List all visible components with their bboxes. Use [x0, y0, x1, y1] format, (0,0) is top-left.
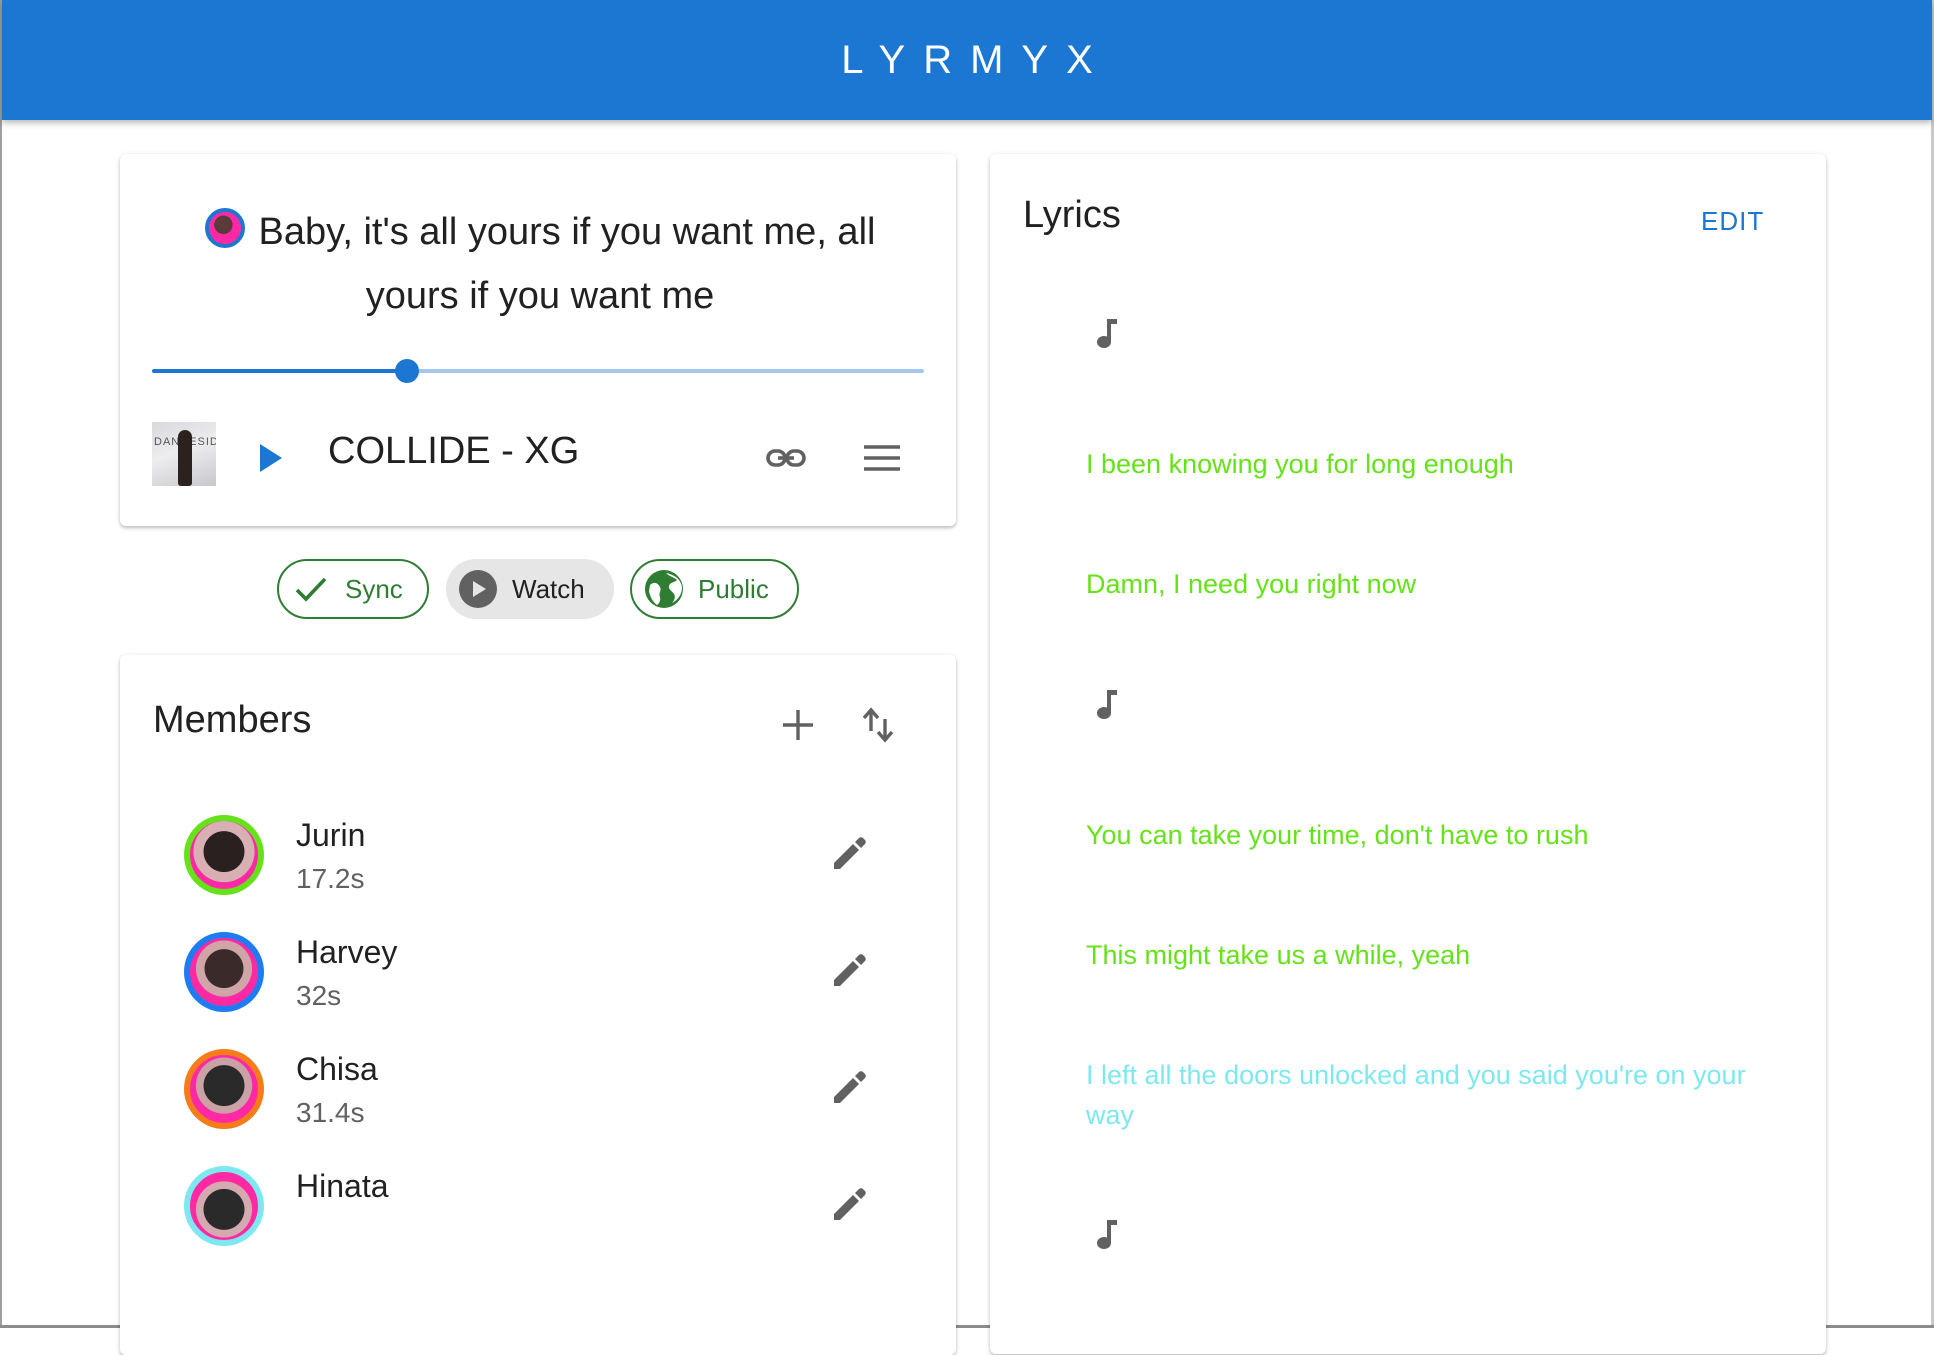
link-icon: [766, 449, 806, 467]
lyric-line[interactable]: This might take us a while, yeah: [1086, 935, 1746, 975]
check-icon: [295, 577, 327, 602]
play-circle-icon: [459, 570, 497, 608]
lyric-line[interactable]: You can take your time, don't have to ru…: [1086, 815, 1746, 855]
edit-member-button[interactable]: [826, 1180, 874, 1228]
pencil-icon: [834, 954, 866, 986]
progress-slider-thumb[interactable]: [394, 359, 419, 383]
member-item[interactable]: Hinata: [120, 1166, 956, 1306]
progress-slider-filled[interactable]: [152, 369, 407, 373]
window-left-border: [0, 0, 2, 1328]
pencil-icon: [834, 1071, 866, 1103]
member-name: Hinata: [296, 1168, 389, 1204]
watch-chip[interactable]: Watch: [446, 559, 614, 619]
member-avatar: [184, 815, 264, 895]
swap-vertical-icon: [862, 707, 894, 743]
member-name: Harvey: [296, 934, 398, 970]
current-lyric-text: Baby, it's all yours if you want me, all…: [258, 211, 876, 317]
globe-icon: [645, 570, 683, 608]
album-art: DANCESIDE: [152, 422, 216, 486]
pencil-icon: [834, 837, 866, 869]
song-title: COLLIDE - XG: [328, 430, 580, 472]
member-time: 17.2s: [296, 863, 365, 894]
member-time: 31.4s: [296, 1097, 365, 1128]
public-chip-label: Public: [698, 573, 769, 604]
pencil-icon: [834, 1188, 866, 1220]
sync-chip-label: Sync: [345, 573, 403, 604]
play-icon: [260, 444, 282, 472]
music-note-icon: [1097, 1220, 1117, 1249]
watch-chip-label: Watch: [512, 573, 585, 604]
lyric-line[interactable]: I been knowing you for long enough: [1086, 444, 1746, 484]
progress-slider-track[interactable]: [406, 369, 924, 373]
lyric-line-text: This might take us a while, yeah: [1086, 940, 1471, 970]
singer-avatar: [204, 208, 245, 248]
plus-icon: [783, 710, 813, 740]
music-note-icon: [1097, 319, 1117, 348]
lyrics-title: Lyrics: [1023, 194, 1121, 236]
lyrics-card: Lyrics EDIT I been knowing you for long …: [990, 154, 1826, 1354]
lyric-line-text: I left all the doors unlocked and you sa…: [1086, 1060, 1746, 1130]
lyric-line[interactable]: Damn, I need you right now: [1086, 564, 1746, 604]
edit-member-button[interactable]: [826, 1063, 874, 1111]
share-link-button[interactable]: [762, 434, 810, 482]
app-bar: LYRMYX: [2, 0, 1932, 120]
lyric-line-text: You can take your time, don't have to ru…: [1086, 820, 1589, 850]
menu-icon: [864, 445, 900, 471]
menu-button[interactable]: [858, 434, 906, 482]
album-art-figure: [178, 430, 192, 486]
edit-member-button[interactable]: [826, 946, 874, 994]
sync-chip[interactable]: Sync: [277, 559, 429, 619]
music-note-icon: [1097, 690, 1117, 719]
member-time: 32s: [296, 980, 342, 1011]
member-avatar: [184, 1166, 264, 1246]
member-avatar: [184, 1049, 264, 1129]
app-title: LYRMYX: [841, 37, 1111, 82]
members-card: Members Jurin 17.2s Harvey 32s Chisa 31.…: [120, 655, 956, 1355]
edit-lyrics-button[interactable]: EDIT: [1701, 206, 1764, 237]
member-avatar: [184, 932, 264, 1012]
add-member-button[interactable]: [774, 701, 822, 749]
current-lyric: Baby, it's all yours if you want me, all…: [160, 200, 920, 328]
lyric-line-text: I been knowing you for long enough: [1086, 449, 1514, 479]
now-playing-card: Baby, it's all yours if you want me, all…: [120, 154, 956, 526]
edit-member-button[interactable]: [826, 829, 874, 877]
sort-members-button[interactable]: [854, 701, 902, 749]
lyric-line-text: Damn, I need you right now: [1086, 569, 1417, 599]
play-button[interactable]: [250, 438, 290, 478]
member-name: Jurin: [296, 817, 366, 853]
members-title: Members: [153, 699, 312, 741]
public-chip[interactable]: Public: [630, 559, 799, 619]
member-name: Chisa: [296, 1051, 378, 1087]
lyric-line[interactable]: I left all the doors unlocked and you sa…: [1086, 1055, 1746, 1135]
